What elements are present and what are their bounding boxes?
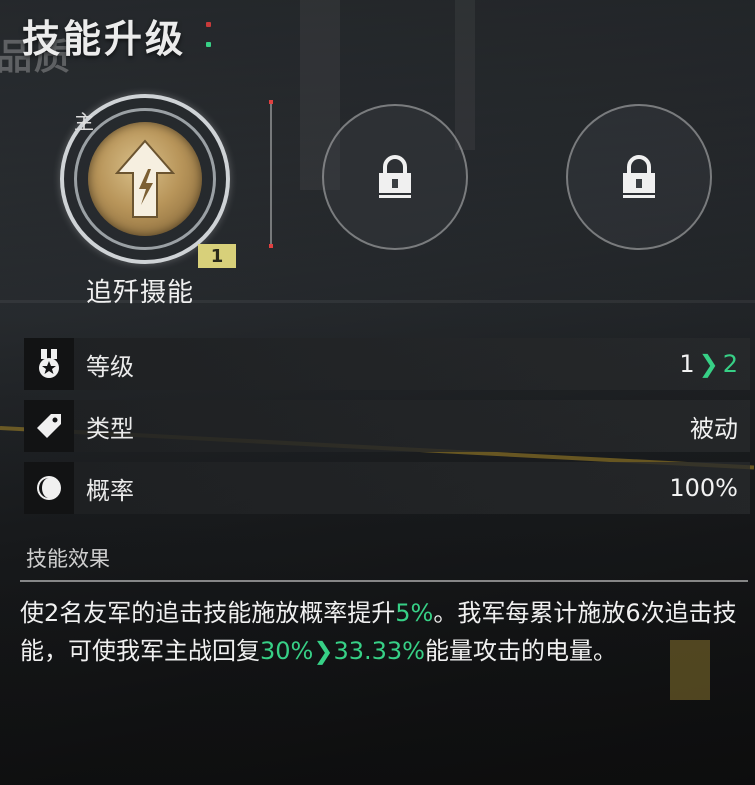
effect-highlight-1: 5% xyxy=(395,599,434,627)
effect-heading: 技能效果 xyxy=(26,547,110,571)
stat-row-type: 类型 被动 xyxy=(24,400,750,452)
stat-label: 类型 xyxy=(86,414,134,443)
skill-name: 追歼摄能 xyxy=(86,278,195,308)
stat-row-level: 等级 1 ❯ 2 xyxy=(24,338,750,390)
chevron-right-icon: ❯ xyxy=(698,350,719,378)
chevron-right-icon: ❯ xyxy=(313,637,334,665)
skill-divider xyxy=(270,104,272,246)
background-beam xyxy=(455,0,475,150)
divider-dot-top xyxy=(269,100,273,104)
effect-highlight-from: 30% xyxy=(260,637,314,665)
stat-label: 概率 xyxy=(86,476,134,505)
medal-icon xyxy=(24,338,74,390)
lock-icon xyxy=(623,155,655,198)
locked-skill-slot[interactable] xyxy=(566,104,712,250)
moon-icon xyxy=(24,462,74,514)
lock-icon xyxy=(379,155,411,198)
stat-label: 等级 xyxy=(86,352,134,381)
effect-divider xyxy=(20,580,748,582)
stat-value: 1 ❯ 2 xyxy=(679,350,738,378)
main-skill-tag: 主 xyxy=(74,110,94,134)
level-to: 2 xyxy=(722,350,738,378)
effect-text-1: 使2名友军的追击技能施放概率提升 xyxy=(20,599,396,627)
effect-text-3: 能量攻击的电量。 xyxy=(424,637,617,665)
stat-value: 100% xyxy=(669,474,738,502)
stat-value: 被动 xyxy=(690,414,738,443)
page-title: 技能升级 xyxy=(22,17,187,61)
effect-description: 使2名友军的追击技能施放概率提升5%。我军每累计施放6次追击技能，可使我军主战回… xyxy=(20,594,750,670)
locked-skill-slot[interactable] xyxy=(322,104,468,250)
divider-dot-bottom xyxy=(269,244,273,248)
status-dot-red xyxy=(206,22,211,27)
effect-highlight-to: 33.33% xyxy=(333,637,425,665)
arrow-up-lightning-icon xyxy=(88,122,202,236)
stat-row-probability: 概率 100% xyxy=(24,462,750,514)
tag-icon xyxy=(24,400,74,452)
status-dot-green xyxy=(206,42,211,47)
skill-level-badge: 1 xyxy=(198,244,236,268)
level-from: 1 xyxy=(679,350,695,378)
